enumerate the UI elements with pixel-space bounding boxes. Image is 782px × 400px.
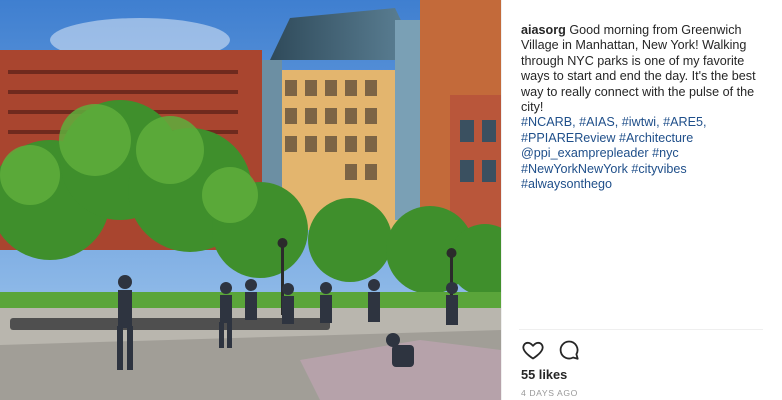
hashtag-link[interactable]: #ARE5,	[663, 115, 706, 129]
hashtag-link[interactable]: #PPIAREReview	[521, 131, 616, 145]
hashtag-link[interactable]: #cityvibes	[631, 162, 686, 176]
hashtag-link[interactable]: #alwaysonthego	[521, 177, 612, 191]
post-details-panel: aiasorg Good morning from Greenwich Vill…	[502, 0, 782, 400]
post-caption: aiasorg Good morning from Greenwich Vill…	[521, 23, 761, 192]
post-photo[interactable]	[0, 0, 501, 400]
park-photo-illustration	[0, 0, 501, 400]
actions-separator	[519, 329, 763, 330]
post-timestamp[interactable]: 4 DAYS AGO	[521, 388, 578, 398]
hashtag-link[interactable]: #NewYorkNewYork	[521, 162, 628, 176]
username-link[interactable]: aiasorg	[521, 23, 566, 37]
hashtag-link[interactable]: #AIAS,	[579, 115, 618, 129]
mention-link[interactable]: @ppi_examprepleader	[521, 146, 649, 160]
hashtag-link[interactable]: #nyc	[652, 146, 679, 160]
hashtag-link[interactable]: #NCARB,	[521, 115, 576, 129]
hashtag-link[interactable]: #Architecture	[619, 131, 693, 145]
hashtag-link[interactable]: #iwtwi,	[622, 115, 660, 129]
comment-icon[interactable]	[557, 338, 581, 362]
heart-icon[interactable]	[521, 338, 545, 362]
likes-count[interactable]: 55 likes	[521, 367, 567, 382]
post-actions	[521, 338, 581, 364]
